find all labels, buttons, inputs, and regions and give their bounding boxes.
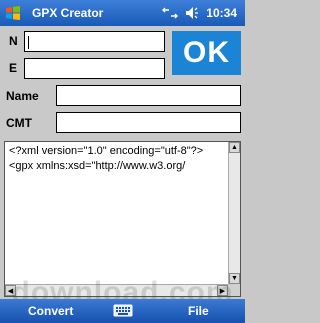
main-form: N E OK Name CMT <?xml version="1.0" enco… [0,26,245,299]
file-softkey[interactable]: File [188,304,209,318]
app-title: GPX Creator [32,6,104,20]
xml-output-textarea[interactable]: <?xml version="1.0" encoding="utf-8"?> <… [4,141,241,297]
name-field[interactable] [56,85,241,106]
xml-line: <?xml version="1.0" encoding="utf-8"?> [9,145,204,157]
keyboard-icon[interactable] [113,302,133,319]
ok-button[interactable]: OK [172,31,241,75]
volume-icon[interactable] [184,6,200,20]
vertical-scrollbar[interactable]: ▲ ▼ [228,142,240,284]
clock[interactable]: 10:34 [206,6,237,20]
e-label: E [9,61,18,75]
convert-softkey[interactable]: Convert [28,304,73,318]
n-label: N [9,34,18,48]
n-field[interactable] [24,31,165,52]
title-bar: GPX Creator 10:34 [0,0,245,26]
cmt-field[interactable] [56,112,241,133]
e-field[interactable] [24,58,165,79]
xml-text: <?xml version="1.0" encoding="utf-8"?> <… [9,144,226,174]
cmt-label: CMT [6,116,32,130]
xml-line: <gpx xmlns:xsd="http://www.w3.org/ [9,160,186,172]
scroll-up-arrow-icon[interactable]: ▲ [229,142,240,153]
windows-start-icon[interactable] [0,0,26,26]
connectivity-icon[interactable] [162,6,179,20]
menu-bar: Convert File [0,299,245,323]
text-caret [28,36,29,49]
name-label: Name [6,89,39,103]
